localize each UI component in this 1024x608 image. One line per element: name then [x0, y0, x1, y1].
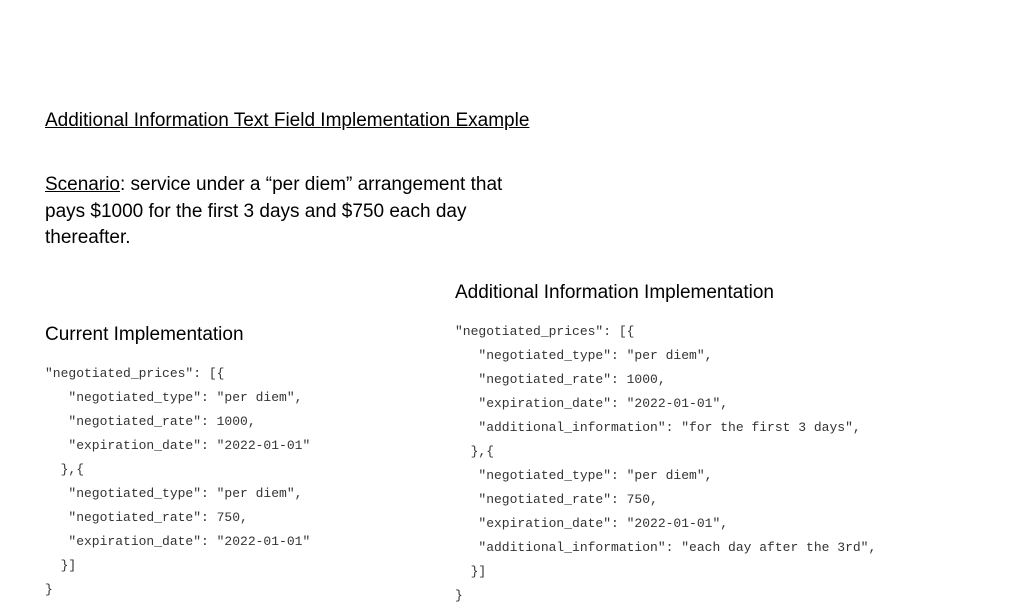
left-code-block: "negotiated_prices": [{ "negotiated_type…: [45, 362, 445, 602]
page-title: Additional Information Text Field Implem…: [45, 110, 979, 132]
left-column: Current Implementation "negotiated_price…: [45, 282, 445, 608]
scenario-label: Scenario: [45, 174, 120, 195]
left-heading: Current Implementation: [45, 324, 445, 346]
right-code-block: "negotiated_prices": [{ "negotiated_type…: [455, 320, 979, 608]
right-heading: Additional Information Implementation: [455, 282, 979, 304]
columns-container: Current Implementation "negotiated_price…: [45, 282, 979, 608]
scenario-block: Scenario: service under a “per diem” arr…: [45, 172, 505, 252]
right-column: Additional Information Implementation "n…: [455, 282, 979, 608]
